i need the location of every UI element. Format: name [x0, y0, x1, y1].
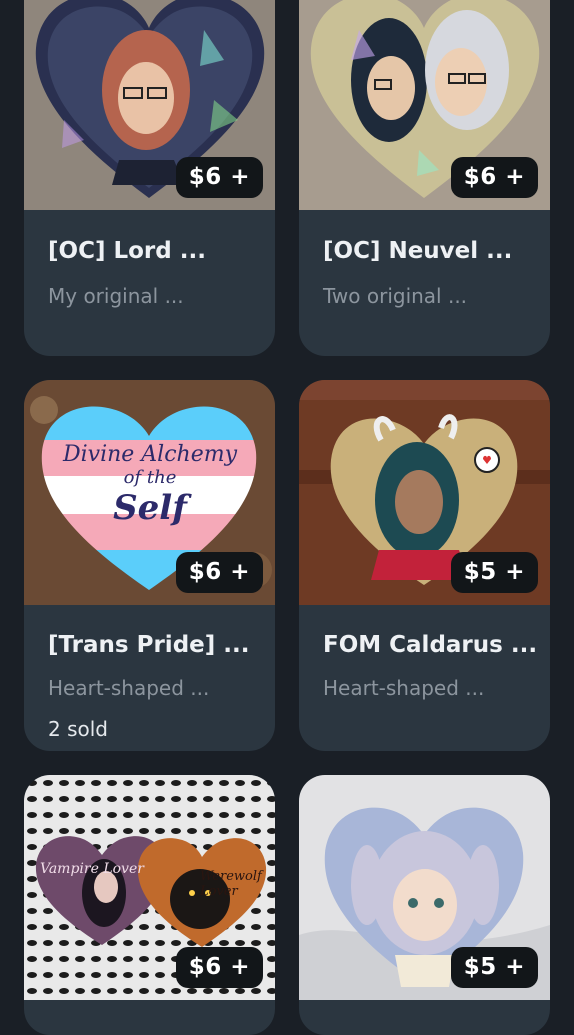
product-card[interactable]: $5 +: [299, 775, 550, 1035]
product-card[interactable]: Divine Alchemy of the Self $6 + [Trans P…: [24, 380, 275, 751]
price-badge: $6 +: [175, 157, 263, 198]
product-card[interactable]: Vampire Lover Werewolf Lover $6 +: [24, 775, 275, 1035]
product-title[interactable]: [OC] Lord ...: [48, 238, 206, 264]
sold-count: 2 sold: [48, 717, 108, 741]
price-badge: $6 +: [175, 947, 263, 988]
product-description: Heart-shaped ...: [48, 676, 210, 700]
product-image: Vampire Lover Werewolf Lover $6 +: [24, 775, 275, 1000]
product-title[interactable]: [OC] Neuvel ...: [323, 238, 512, 264]
pin-artwork-text-right: Werewolf Lover: [200, 869, 262, 899]
product-title[interactable]: FOM Caldarus ...: [323, 632, 537, 658]
price-badge: $6 +: [175, 552, 263, 593]
product-card[interactable]: $5 + FOM Caldarus ... Heart-shaped ...: [299, 380, 550, 751]
price-badge: $5 +: [450, 947, 538, 988]
product-title[interactable]: [Trans Pride] ...: [48, 632, 250, 658]
price-badge: $6 +: [450, 157, 538, 198]
product-image: $5 +: [299, 380, 550, 605]
product-description: Two original ...: [323, 284, 468, 308]
product-description: Heart-shaped ...: [323, 676, 485, 700]
price-badge: $5 +: [450, 552, 538, 593]
product-image: $5 +: [299, 775, 550, 1000]
pin-artwork-text-left: Vampire Lover: [40, 861, 144, 877]
product-image: Divine Alchemy of the Self $6 +: [24, 380, 275, 605]
product-image: $6 +: [24, 0, 275, 210]
product-card[interactable]: $6 + [OC] Neuvel ... Two original ...: [299, 0, 550, 356]
product-image: $6 +: [299, 0, 550, 210]
pin-artwork-text: Divine Alchemy of the Self: [62, 442, 238, 528]
product-description: My original ...: [48, 284, 184, 308]
product-card[interactable]: $6 + [OC] Lord ... My original ...: [24, 0, 275, 356]
